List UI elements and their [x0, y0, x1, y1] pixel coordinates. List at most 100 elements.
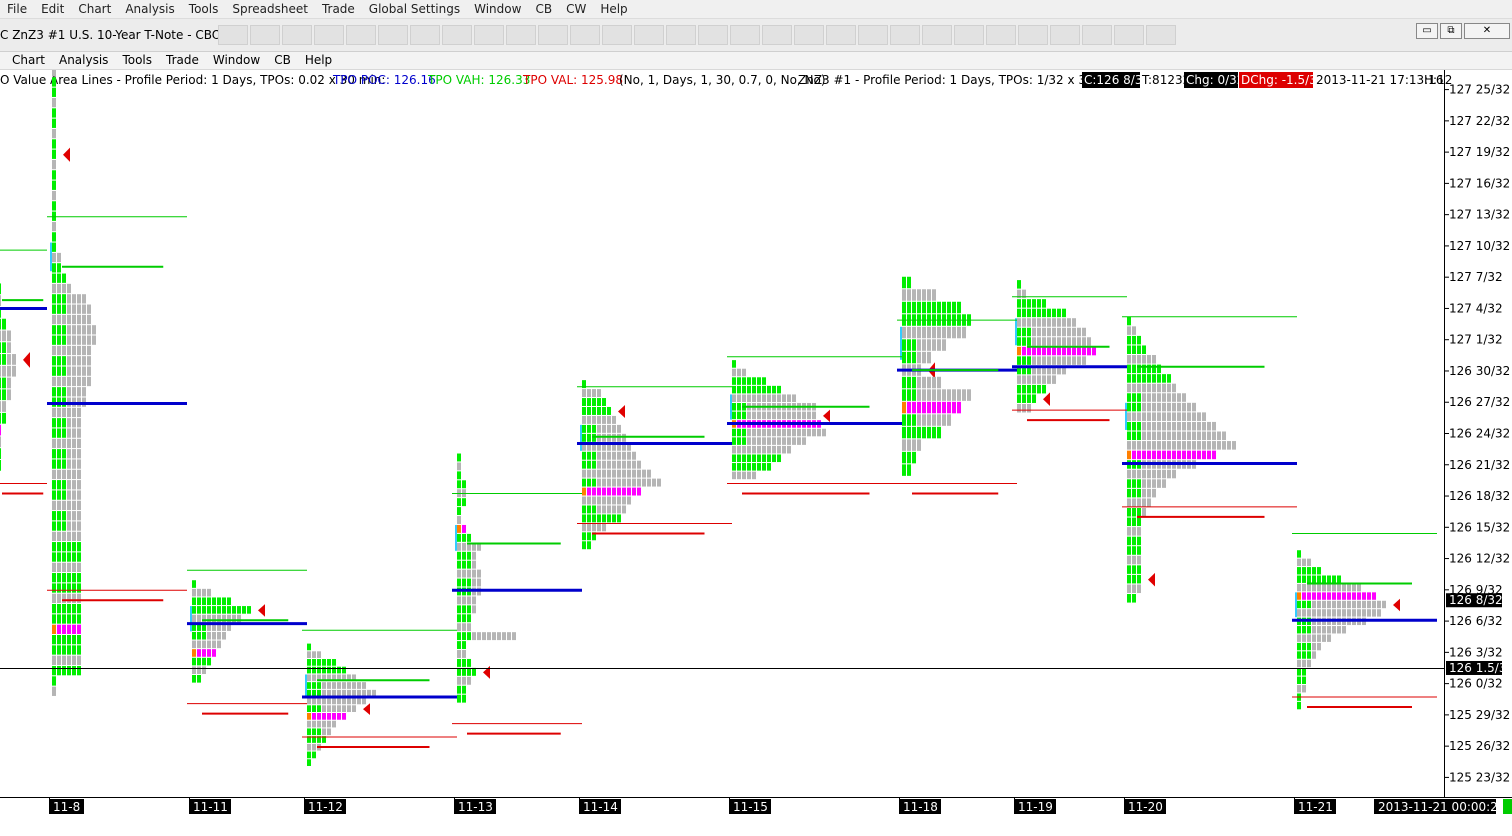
- menu-chart[interactable]: Chart: [71, 0, 118, 18]
- toolbar-button-icon[interactable]: [794, 25, 824, 45]
- tpo-cell: [307, 682, 311, 689]
- toolbar-button-icon[interactable]: [282, 25, 312, 45]
- toolbar-button-icon[interactable]: [1050, 25, 1080, 45]
- tpo-cell: [607, 406, 611, 415]
- tpo-cell: [1187, 402, 1191, 412]
- toolbar-button-icon[interactable]: [954, 25, 984, 45]
- menu-help[interactable]: Help: [593, 0, 634, 18]
- toolbar-button-icon[interactable]: [442, 25, 472, 45]
- tpo-cell: [1172, 441, 1176, 450]
- tpo-cell: [1352, 600, 1356, 609]
- restore-button[interactable]: ⧉: [1440, 23, 1462, 39]
- menu-cw[interactable]: CW: [559, 0, 593, 18]
- tpo-cell: [742, 437, 746, 445]
- tpo-cell: [1332, 600, 1336, 609]
- tpo-cell: [57, 418, 61, 428]
- tpo-cell: [632, 451, 636, 460]
- chart-menu-tools[interactable]: Tools: [115, 52, 159, 69]
- tpo-cell: [1127, 536, 1131, 546]
- tpo-cell: [87, 345, 91, 356]
- toolbar-button-icon[interactable]: [826, 25, 856, 45]
- toolbar-button-icon[interactable]: [506, 25, 536, 45]
- toolbar-button-icon[interactable]: [1018, 25, 1048, 45]
- minimize-button[interactable]: ▭: [1416, 23, 1438, 39]
- toolbar-button-icon[interactable]: [378, 25, 408, 45]
- tpo-cell: [792, 394, 796, 403]
- tpo-cell: [0, 283, 1, 295]
- toolbar-button-icon[interactable]: [698, 25, 728, 45]
- toolbar-button-icon[interactable]: [986, 25, 1016, 45]
- tpo-cell: [2, 330, 6, 342]
- toolbar-button-icon[interactable]: [890, 25, 920, 45]
- toolbar-button-icon[interactable]: [538, 25, 568, 45]
- toolbar-button-icon[interactable]: [474, 25, 504, 45]
- tpo-cell: [772, 385, 776, 394]
- tpo-cell: [902, 464, 906, 476]
- toolbar-button-icon[interactable]: [1114, 25, 1144, 45]
- tpo-chart[interactable]: O Value Area Lines - Profile Period: 1 D…: [0, 56, 1512, 833]
- chart-menu-chart[interactable]: Chart: [0, 52, 52, 69]
- tpo-cell: [1317, 567, 1321, 575]
- tpo-cell: [1317, 642, 1321, 651]
- toolbar-button-icon[interactable]: [762, 25, 792, 45]
- tpo-cell: [62, 366, 66, 376]
- tpo-cell: [67, 665, 71, 676]
- tpo-cell: [1162, 402, 1166, 412]
- close-button[interactable]: ✕: [1464, 23, 1510, 39]
- tpo-cell: [67, 407, 71, 418]
- menu-global-settings[interactable]: Global Settings: [362, 0, 467, 18]
- tpo-cell: [1132, 488, 1136, 498]
- menu-file[interactable]: File: [0, 0, 34, 18]
- menu-tools[interactable]: Tools: [182, 0, 226, 18]
- tpo-cell: [607, 451, 611, 460]
- toolbar-button-icon[interactable]: [250, 25, 280, 45]
- date-label: 11-20: [1128, 800, 1163, 814]
- menu-trade[interactable]: Trade: [315, 0, 362, 18]
- toolbar-button-icon[interactable]: [346, 25, 376, 45]
- tpo-cell: [1172, 431, 1176, 441]
- toolbar-button-icon[interactable]: [730, 25, 760, 45]
- toolbar-button-icon[interactable]: [1146, 25, 1176, 45]
- tpo-cell: [1132, 364, 1136, 374]
- chart-menu-window[interactable]: Window: [206, 52, 267, 69]
- tpo-cell: [602, 514, 606, 523]
- toolbar-button-icon[interactable]: [314, 25, 344, 45]
- chart-menu-trade[interactable]: Trade: [159, 52, 206, 69]
- menu-analysis[interactable]: Analysis: [118, 0, 181, 18]
- toolbar-button-icon[interactable]: [922, 25, 952, 45]
- menu-window[interactable]: Window: [467, 0, 528, 18]
- tpo-cell: [592, 478, 596, 487]
- tpo-cell: [82, 314, 86, 325]
- toolbar-button-icon[interactable]: [634, 25, 664, 45]
- tpo-cell: [597, 433, 601, 442]
- tpo-cell: [342, 682, 346, 689]
- tpo-cell: [462, 623, 466, 632]
- tpo-cell: [602, 469, 606, 478]
- tpo-cell: [782, 445, 786, 454]
- menu-edit[interactable]: Edit: [34, 0, 71, 18]
- tpo-cell: [2, 354, 6, 365]
- tpo-cell: [1037, 384, 1041, 394]
- tpo-chart-svg[interactable]: O Value Area Lines - Profile Period: 1 D…: [0, 56, 1512, 833]
- tpo-cell: [732, 394, 736, 403]
- chart-menu-help[interactable]: Help: [298, 52, 339, 69]
- toolbar-button-icon[interactable]: [570, 25, 600, 45]
- toolbar-button-icon[interactable]: [410, 25, 440, 45]
- tpo-cell: [62, 521, 66, 531]
- tpo-cell: [782, 394, 786, 403]
- chart-menu-cb[interactable]: CB: [267, 52, 298, 69]
- menu-spreadsheet[interactable]: Spreadsheet: [225, 0, 315, 18]
- tpo-cell: [737, 411, 741, 420]
- chart-menu-analysis[interactable]: Analysis: [52, 52, 115, 69]
- menu-cb[interactable]: CB: [528, 0, 559, 18]
- tpo-cell: [1322, 626, 1326, 634]
- toolbar-button-icon[interactable]: [858, 25, 888, 45]
- tpo-cell: [1022, 384, 1026, 394]
- toolbar-button-icon[interactable]: [602, 25, 632, 45]
- tpo-cell: [77, 665, 81, 676]
- toolbar-button-icon[interactable]: [218, 25, 248, 45]
- price-tick-label: 126 18/32: [1449, 489, 1510, 503]
- toolbar-button-icon[interactable]: [1082, 25, 1112, 45]
- tpo-cell: [72, 604, 76, 614]
- toolbar-button-icon[interactable]: [666, 25, 696, 45]
